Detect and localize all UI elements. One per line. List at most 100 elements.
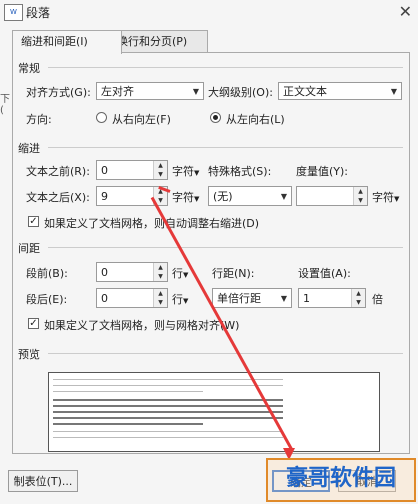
- site-watermark: 豪哥软件园: [266, 458, 416, 502]
- section-title-general: 常规: [18, 62, 40, 75]
- spacing-after-unit[interactable]: 行▼: [172, 291, 188, 307]
- section-title-indent: 缩进: [18, 142, 40, 155]
- indent-before-value: 0: [101, 164, 108, 177]
- indent-before-spinner[interactable]: 0 ▲ ▼: [96, 160, 168, 180]
- outline-level-select[interactable]: 正文文本 ▼: [278, 82, 402, 100]
- outline-level-value: 正文文本: [283, 85, 327, 98]
- preview-line: [53, 437, 283, 438]
- section-title-preview: 预览: [18, 348, 40, 361]
- snap-grid-checkbox[interactable]: ✓: [28, 318, 39, 329]
- preview-line: [53, 385, 283, 386]
- down-arrow-icon[interactable]: ▼: [354, 196, 367, 205]
- line-spacing-select[interactable]: 单倍行距 ▼: [212, 288, 292, 308]
- section-title-spacing: 间距: [18, 242, 40, 255]
- setting-value-unit: 倍: [372, 293, 383, 306]
- indent-after-unit[interactable]: 字符▼: [172, 189, 199, 205]
- up-arrow-icon[interactable]: ▲: [154, 161, 167, 170]
- spinner-buttons[interactable]: ▲ ▼: [153, 263, 167, 281]
- preview-line: [53, 423, 203, 425]
- rtl-radio[interactable]: [96, 112, 107, 123]
- tab-indent-spacing[interactable]: 缩进和间距(I): [12, 30, 122, 54]
- outline-level-label: 大纲级别(O):: [208, 86, 273, 99]
- up-arrow-icon[interactable]: ▲: [352, 289, 365, 298]
- close-icon[interactable]: ✕: [399, 2, 412, 21]
- chevron-down-icon: ▼: [183, 271, 189, 279]
- measure-spinner[interactable]: ▲ ▼: [296, 186, 368, 206]
- alignment-select[interactable]: 左对齐 ▼: [96, 82, 204, 100]
- chevron-down-icon: ▼: [183, 297, 189, 305]
- unit-text: 字符: [172, 191, 194, 204]
- special-format-value: (无): [213, 190, 233, 203]
- line-spacing-value: 单倍行距: [217, 292, 261, 305]
- down-arrow-icon[interactable]: ▼: [154, 272, 167, 281]
- ltr-radio[interactable]: [210, 112, 221, 123]
- indent-before-label: 文本之前(R):: [26, 165, 90, 178]
- spacing-before-unit[interactable]: 行▼: [172, 265, 188, 281]
- up-arrow-icon[interactable]: ▲: [154, 289, 167, 298]
- chevron-down-icon: ▼: [194, 169, 200, 177]
- alignment-value: 左对齐: [101, 85, 134, 98]
- special-format-select[interactable]: (无) ▼: [208, 186, 292, 206]
- dialog-title: 段落: [26, 6, 51, 20]
- indent-after-value: 9: [101, 190, 108, 203]
- chevron-down-icon: ▼: [192, 87, 199, 96]
- title-bar: [0, 0, 418, 26]
- chevron-down-icon: ▼: [280, 294, 287, 303]
- spacing-after-spinner[interactable]: 0 ▲ ▼: [96, 288, 168, 308]
- divider: [48, 247, 403, 248]
- measure-label: 度量值(Y):: [296, 165, 349, 178]
- line-spacing-label: 行距(N):: [212, 267, 255, 280]
- preview-line: [53, 405, 283, 407]
- preview-line: [53, 391, 203, 392]
- preview-line: [53, 417, 283, 419]
- auto-adjust-label: 如果定义了文档网格，则自动调整右缩进(D): [44, 217, 260, 230]
- spacing-after-label: 段后(E):: [26, 293, 68, 306]
- wps-app-icon: W: [4, 4, 23, 21]
- measure-unit[interactable]: 字符▼: [372, 189, 399, 205]
- divider: [48, 67, 403, 68]
- unit-text: 行: [172, 293, 183, 306]
- paragraph-preview: [48, 372, 380, 452]
- direction-label: 方向:: [26, 113, 52, 126]
- preview-line: [53, 399, 283, 401]
- divider: [48, 147, 403, 148]
- divider: [48, 353, 403, 354]
- tab-line-page-breaks[interactable]: 换行和分页(P): [108, 30, 208, 53]
- setting-value: 1: [303, 292, 310, 305]
- unit-text: 字符: [372, 191, 394, 204]
- special-format-label: 特殊格式(S):: [208, 165, 272, 178]
- down-arrow-icon[interactable]: ▼: [352, 298, 365, 307]
- setting-value-spinner[interactable]: 1 ▲ ▼: [298, 288, 366, 308]
- alignment-label: 对齐方式(G):: [26, 86, 91, 99]
- tabs-button[interactable]: 制表位(T)...: [8, 470, 78, 492]
- background-document-edge: 下(: [0, 94, 10, 116]
- down-arrow-icon[interactable]: ▼: [154, 170, 167, 179]
- indent-after-label: 文本之后(X):: [26, 191, 90, 204]
- auto-adjust-checkbox[interactable]: ✓: [28, 216, 39, 227]
- unit-text: 行: [172, 267, 183, 280]
- up-arrow-icon[interactable]: ▲: [154, 263, 167, 272]
- indent-before-unit[interactable]: 字符▼: [172, 163, 199, 179]
- preview-line: [53, 431, 283, 432]
- chevron-down-icon: ▼: [394, 195, 400, 203]
- chevron-down-icon: ▼: [390, 87, 397, 96]
- down-arrow-icon[interactable]: ▼: [154, 298, 167, 307]
- spinner-buttons[interactable]: ▲ ▼: [153, 289, 167, 307]
- chevron-down-icon: ▼: [194, 195, 200, 203]
- setting-value-label: 设置值(A):: [298, 267, 351, 280]
- rtl-radio-label: 从右向左(F): [112, 113, 171, 126]
- spacing-before-value: 0: [101, 266, 108, 279]
- chevron-down-icon: ▼: [280, 192, 287, 201]
- preview-line: [53, 411, 283, 413]
- spinner-buttons[interactable]: ▲ ▼: [353, 187, 367, 205]
- spacing-after-value: 0: [101, 292, 108, 305]
- ltr-radio-label: 从左向右(L): [226, 113, 285, 126]
- spacing-before-spinner[interactable]: 0 ▲ ▼: [96, 262, 168, 282]
- spacing-before-label: 段前(B):: [26, 267, 68, 280]
- up-arrow-icon[interactable]: ▲: [354, 187, 367, 196]
- preview-line: [53, 379, 283, 380]
- snap-grid-label: 如果定义了文档网格，则与网格对齐(W): [44, 319, 240, 332]
- unit-text: 字符: [172, 165, 194, 178]
- spinner-buttons[interactable]: ▲ ▼: [351, 289, 365, 307]
- spinner-buttons[interactable]: ▲ ▼: [153, 161, 167, 179]
